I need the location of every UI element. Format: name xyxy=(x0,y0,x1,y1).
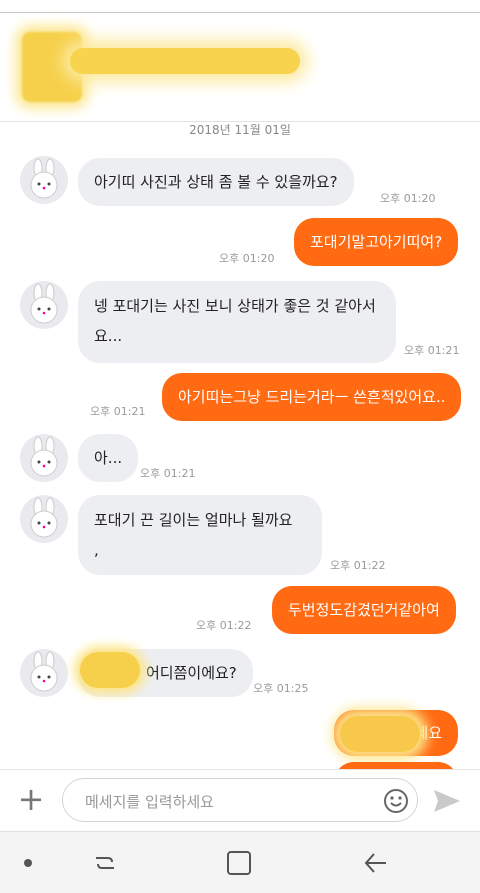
home-icon[interactable] xyxy=(227,851,251,875)
avatar[interactable] xyxy=(20,495,68,543)
avatar[interactable] xyxy=(20,281,68,329)
message-time: 오후 01:22 xyxy=(330,559,386,572)
message-time: 오후 01:21 xyxy=(140,467,196,480)
top-divider xyxy=(0,12,480,13)
outgoing-message[interactable]: 포대기말고아기띠여? xyxy=(294,218,459,266)
outgoing-message[interactable]: 두번정도감겼던거같아여 xyxy=(272,586,456,634)
avatar[interactable] xyxy=(20,156,68,204)
android-navbar xyxy=(0,831,480,893)
redacted-name xyxy=(80,652,140,688)
avatar[interactable] xyxy=(20,649,68,697)
outgoing-message[interactable]: 아기띠는그냥 드리는거라ㅡ 쓴흔적있어요.. xyxy=(162,373,462,421)
message-time: 오후 01:21 xyxy=(90,405,146,418)
incoming-message[interactable]: 포대기 끈 길이는 얼마나 될까요 , xyxy=(78,495,322,575)
message-time: 오후 01:25 xyxy=(253,682,309,695)
message-input-placeholder: 메세지를 입력하세요 xyxy=(85,793,214,811)
send-arrow-icon[interactable] xyxy=(432,788,462,814)
message-input[interactable]: 메세지를 입력하세요 xyxy=(62,778,418,822)
rabbit-avatar-icon xyxy=(30,283,58,324)
redacted-text xyxy=(340,716,420,752)
incoming-message[interactable]: 넹 포대기는 사진 보니 상태가 좋은 것 같아서요... xyxy=(78,281,396,363)
message-time: 오후 01:20 xyxy=(219,252,275,265)
rabbit-avatar-icon xyxy=(30,436,58,477)
redacted-header-title xyxy=(70,48,300,74)
nav-dot-icon[interactable] xyxy=(24,859,32,867)
message-time: 오후 01:22 xyxy=(196,619,252,632)
rabbit-avatar-icon xyxy=(30,158,58,199)
plus-icon[interactable]: + xyxy=(16,783,46,816)
avatar[interactable] xyxy=(20,434,68,482)
message-time: 오후 01:20 xyxy=(380,192,436,205)
message-time: 오후 01:21 xyxy=(404,344,460,357)
recent-apps-icon[interactable] xyxy=(92,850,118,876)
back-icon[interactable] xyxy=(362,850,388,876)
rabbit-avatar-icon xyxy=(30,497,58,538)
rabbit-avatar-icon xyxy=(30,651,58,692)
date-divider: 2018년 11월 01일 xyxy=(0,121,480,138)
smiley-icon[interactable] xyxy=(383,788,409,814)
incoming-message[interactable]: 아기띠 사진과 상태 좀 볼 수 있을까요? xyxy=(78,158,354,206)
composer-bar: + 메세지를 입력하세요 xyxy=(0,769,480,831)
incoming-message[interactable]: 아... xyxy=(78,434,139,482)
